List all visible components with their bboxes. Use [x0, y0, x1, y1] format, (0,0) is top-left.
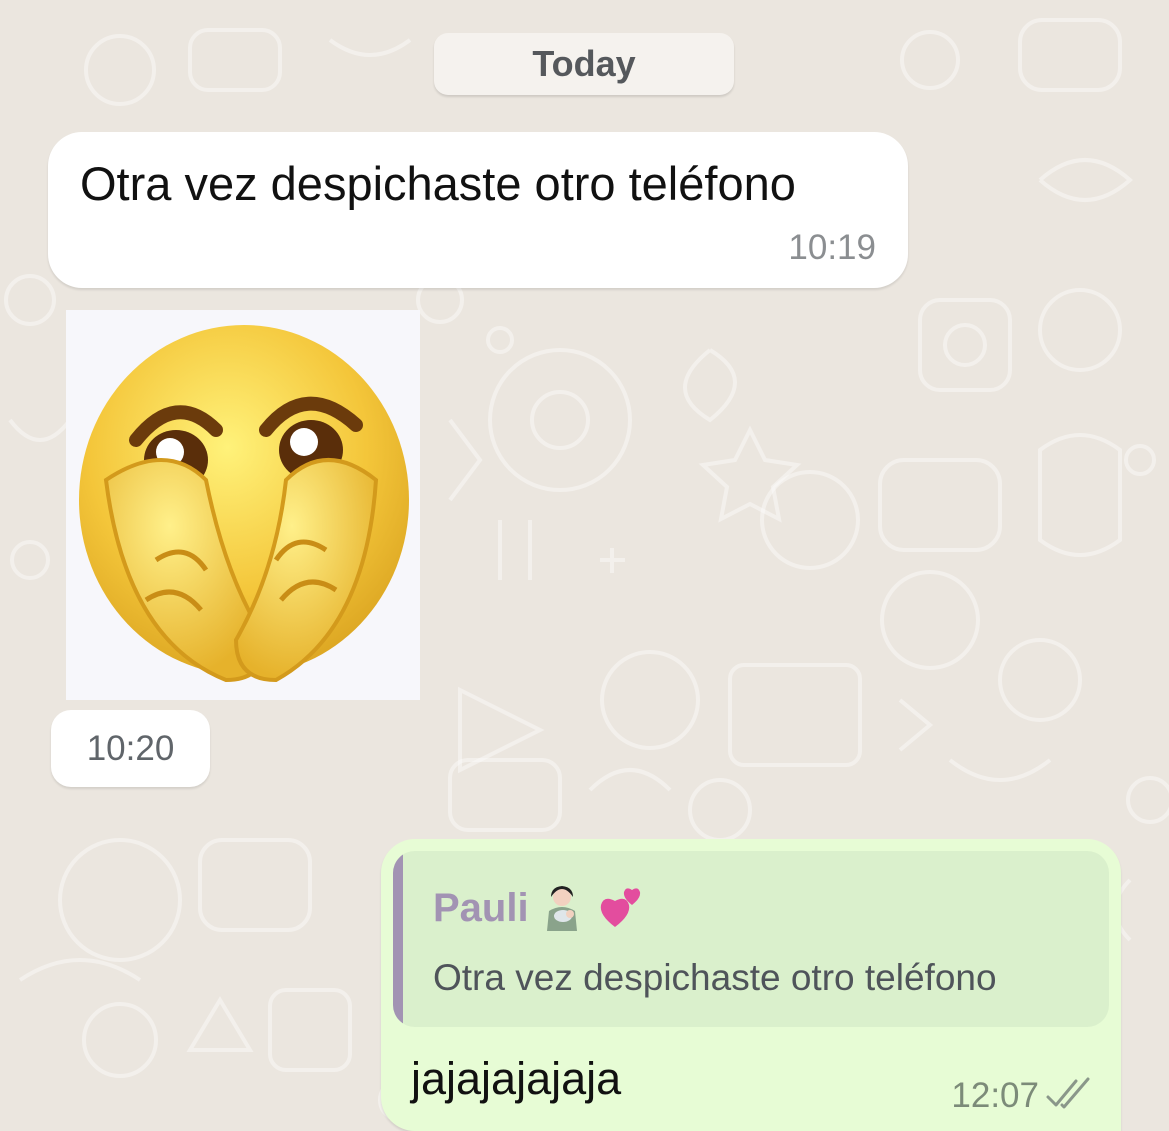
crying-face-sticker-icon[interactable]: [66, 310, 420, 700]
quoted-text: Otra vez despichaste otro teléfono: [433, 957, 997, 998]
incoming-message[interactable]: Otra vez despichaste otro teléfono 10:19: [48, 132, 908, 288]
quoted-message[interactable]: Pauli Otra vez despichaste otro teléfono: [393, 851, 1109, 1027]
message-text: Otra vez despichaste otro teléfono: [80, 157, 796, 210]
message-timestamp: 12:07: [951, 1076, 1039, 1115]
double-check-icon: [1046, 1077, 1090, 1109]
message-text: jajajajajaja: [411, 1053, 622, 1104]
date-separator: Today: [434, 33, 734, 95]
quoted-author: Pauli: [433, 883, 645, 933]
two-hearts-icon: [600, 888, 640, 927]
outgoing-reply-message[interactable]: Pauli Otra vez despichaste otro teléfono…: [381, 839, 1121, 1131]
message-timestamp: 10:19: [788, 228, 876, 267]
woman-feeding-baby-icon: [546, 886, 577, 931]
sticker-timestamp: 10:20: [51, 710, 210, 787]
quoted-author-name: Pauli: [433, 885, 529, 930]
sticker-image: [79, 325, 409, 683]
quote-accent-bar: [393, 851, 403, 1027]
